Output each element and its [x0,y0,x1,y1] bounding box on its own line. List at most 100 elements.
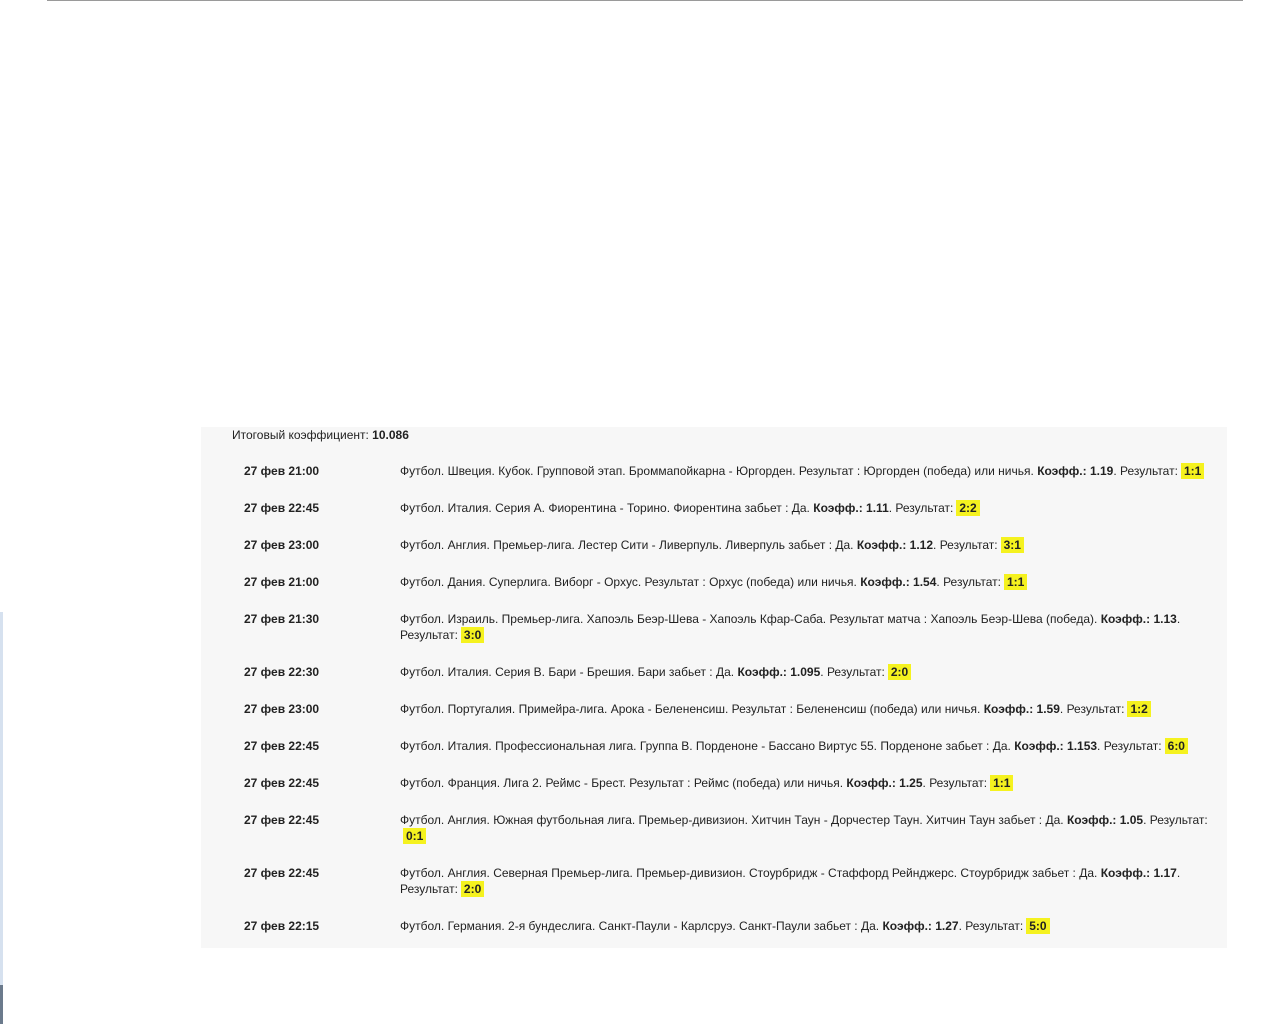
bet-coef-label: Коэфф.: [846,776,896,790]
bet-result-label: Результат: [1120,464,1178,478]
bet-result-label: Результат: [965,919,1024,933]
bet-score-badge: 0:1 [403,828,427,844]
bet-row: 27 фев 22:45 Футбол. Италия. Серия А. Фио… [201,500,1227,516]
bet-row: 27 фев 22:45 Футбол. Италия. Профессионал… [201,738,1227,754]
bet-score-badge: 1:1 [1180,463,1205,479]
bet-result-label: Результат: [400,882,458,896]
bet-coef-value: 1.095 [790,665,821,679]
bet-event-text: Футбол. Англия. Южная футбольная лига. П… [400,813,1064,827]
bet-event-text: Футбол. Италия. Серия B. Бари - Брешия. … [400,665,735,679]
bet-time: 27 фев 21:00 [244,575,320,589]
bet-coef-value: 1.19 [1089,464,1114,478]
bet-description: Футбол. Англия. Премьер-лига. Лестер Сит… [400,537,1210,553]
bet-description: Футбол. Германия. 2-я бундеслига. Санкт-… [400,918,1210,934]
bet-result-label: Результат: [1066,702,1125,716]
bet-coef-value: 1.11 [866,501,889,515]
bet-description: Футбол. Англия. Северная Премьер-лига. П… [400,866,1181,897]
bet-coef-label: Коэфф.: [737,665,787,679]
bet-row: 27 фев 23:00 Футбол. Англия. Премьер-лига… [201,537,1227,553]
total-coefficient-value: 10.086 [372,428,409,442]
bet-event-text: Футбол. Италия. Профессиональная лига. Г… [400,739,1011,753]
bet-result-label: Результат: [895,501,954,515]
total-coefficient: Итоговый коэффициент: 10.086 [232,427,409,443]
total-coefficient-label: Итоговый коэффициент: [232,428,369,442]
left-window-edge-dark [0,985,3,1024]
bet-row: 27 фев 21:30 Футбол. Израиль. Премьер-лиг… [201,611,1227,643]
bet-coef-label: Коэфф.: [1100,612,1151,626]
bet-description: Футбол. Израиль. Премьер-лига. Хапоэль Б… [400,612,1181,643]
bet-result-label: Результат: [1149,813,1208,827]
bet-result-label: Результат: [1103,739,1162,753]
bet-result-label: Результат: [929,776,988,790]
bet-coef-label: Коэфф.: [860,575,910,589]
bet-row: 27 фев 21:00 Футбол. Швеция. Кубок. Групп… [201,463,1227,479]
bet-coef-value: 1.54 [913,575,937,589]
bet-score-badge: 1:1 [990,775,1014,791]
bet-score-badge: 5:0 [1026,918,1050,934]
bet-event-text: Футбол. Португалия. Примейра-лига. Арока… [400,702,981,716]
bet-score-badge: 3:0 [460,627,485,643]
bet-score-badge: 6:0 [1164,738,1188,754]
bet-score-badge: 2:0 [887,664,912,680]
bet-row: 27 фев 23:00 Футбол. Португалия. Примейра… [201,701,1227,717]
bet-description: Футбол. Италия. Профессиональная лига. Г… [400,738,1210,754]
bet-time: 27 фев 22:45 [244,501,320,515]
bet-time: 27 фев 22:45 [244,866,320,880]
coupon-panel: Итоговый коэффициент: 10.086 27 фев 21:0… [201,427,1227,948]
bet-description: Футбол. Италия. Серия B. Бари - Брешия. … [400,664,1210,680]
bet-result-label: Результат: [943,575,1001,589]
bet-coef-label: Коэфф.: [1014,739,1064,753]
bet-time: 27 фев 22:45 [244,739,320,753]
bet-description: Футбол. Швеция. Кубок. Групповой этап. Б… [400,463,1210,479]
bet-time: 27 фев 23:00 [244,702,320,716]
bet-score-badge: 2:0 [460,881,485,897]
bet-time: 27 фев 23:00 [244,538,320,552]
bet-score-badge: 3:1 [1000,537,1024,553]
bet-coef-label: Коэфф.: [882,919,932,933]
bet-event-text: Футбол. Италия. Серия А. Фиорентина - То… [400,501,810,515]
bet-result-label: Результат: [400,628,458,642]
bet-result-label: Результат: [939,538,998,552]
bet-time: 27 фев 21:30 [244,612,320,626]
bet-coef-label: Коэфф.: [1100,866,1151,880]
bet-description: Футбол. Англия. Южная футбольная лига. П… [400,813,1208,844]
bet-event-text: Футбол. Швеция. Кубок. Групповой этап. Б… [400,464,1034,478]
bet-coef-value: 1.59 [1036,702,1060,716]
bet-time: 27 фев 22:45 [244,813,320,827]
bet-coef-value: 1.12 [909,538,934,552]
bet-event-text: Футбол. Англия. Северная Премьер-лига. П… [400,866,1098,880]
bet-coef-label: Коэфф.: [1066,813,1117,827]
bet-score-badge: 2:2 [956,500,980,516]
bet-coef-value: 1.27 [935,919,959,933]
bet-coef-value: 1.153 [1067,739,1098,753]
bet-list: 27 фев 21:00 Футбол. Швеция. Кубок. Групп… [201,463,1227,955]
bet-event-text: Футбол. Израиль. Премьер-лига. Хапоэль Б… [400,612,1098,626]
bet-description: Футбол. Франция. Лига 2. Реймс - Брест. … [400,775,1210,791]
bet-event-text: Футбол. Англия. Премьер-лига. Лестер Сит… [400,538,854,552]
bet-description: Футбол. Италия. Серия А. Фиорентина - То… [400,500,1210,516]
bet-row: 27 фев 22:45 Футбол. Англия. Южная футбол… [201,812,1227,844]
left-window-edge [0,612,3,1024]
bet-result-label: Результат: [826,665,885,679]
bet-description: Футбол. Португалия. Примейра-лига. Арока… [400,701,1210,717]
bet-event-text: Футбол. Германия. 2-я бундеслига. Санкт-… [400,919,880,933]
bet-score-badge: 1:1 [1003,574,1028,590]
bet-coef-value: 1.13 [1153,612,1177,626]
bet-coef-label: Коэфф.: [813,501,863,515]
top-divider [47,0,1243,1]
bet-coef-label: Коэфф.: [983,702,1034,716]
bet-event-text: Футбол. Франция. Лига 2. Реймс - Брест. … [400,776,844,790]
bet-coef-value: 1.17 [1153,866,1177,880]
bet-time: 27 фев 21:00 [244,464,320,478]
bet-coef-label: Коэфф.: [856,538,907,552]
bet-time: 27 фев 22:15 [244,919,320,933]
bet-row: 27 фев 22:45 Футбол. Франция. Лига 2. Рей… [201,775,1227,791]
bet-event-text: Футбол. Дания. Суперлига. Виборг - Орхус… [400,575,857,589]
bet-description: Футбол. Дания. Суперлига. Виборг - Орхус… [400,574,1210,590]
bet-row: 27 фев 22:45 Футбол. Англия. Северная Пре… [201,865,1227,897]
bet-row: 27 фев 22:15 Футбол. Германия. 2-я бундес… [201,918,1227,934]
bet-coef-value: 1.25 [899,776,923,790]
bet-row: 27 фев 22:30 Футбол. Италия. Серия B. Бар… [201,664,1227,680]
bet-row: 27 фев 21:00 Футбол. Дания. Суперлига. Ви… [201,574,1227,590]
bet-coef-label: Коэфф.: [1037,464,1087,478]
